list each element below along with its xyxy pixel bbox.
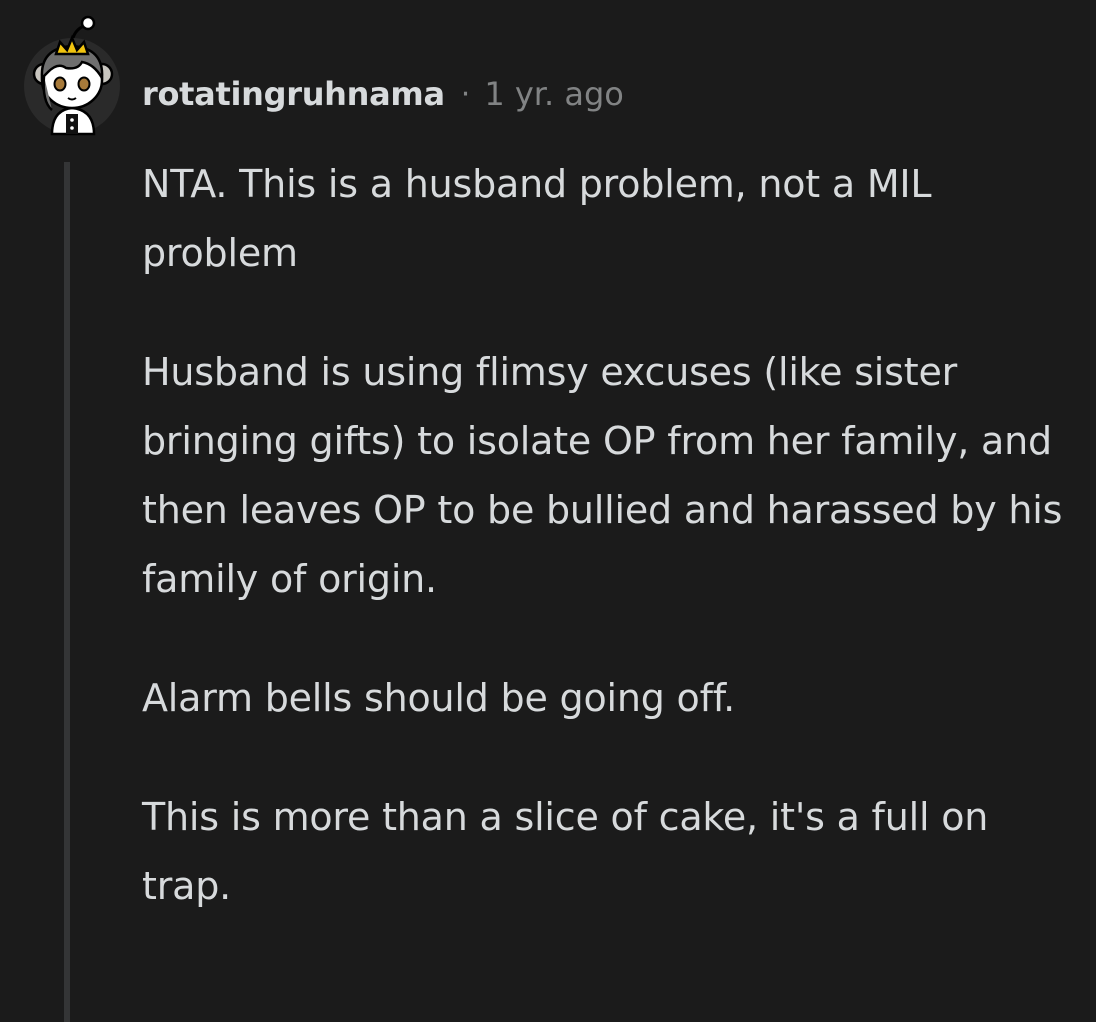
snoo-avatar-icon[interactable] [22,14,122,136]
comment: rotatingruhnama · 1 yr. ago NTA. This is… [0,0,1096,1022]
comment-body: NTA. This is a husband problem, not a MI… [142,150,1072,971]
comment-paragraph: NTA. This is a husband problem, not a MI… [142,162,932,275]
comment-paragraph: Husband is using flimsy excuses (like si… [142,350,1063,601]
comment-paragraph: This is more than a slice of cake, it's … [142,795,989,908]
thread-collapse-line[interactable] [64,162,70,1022]
separator-dot: · [460,76,471,112]
username-link[interactable]: rotatingruhnama [142,75,445,113]
comment-header: rotatingruhnama · 1 yr. ago [142,72,624,116]
comment-paragraph: Alarm bells should be going off. [142,676,736,720]
timestamp[interactable]: 1 yr. ago [484,75,624,113]
